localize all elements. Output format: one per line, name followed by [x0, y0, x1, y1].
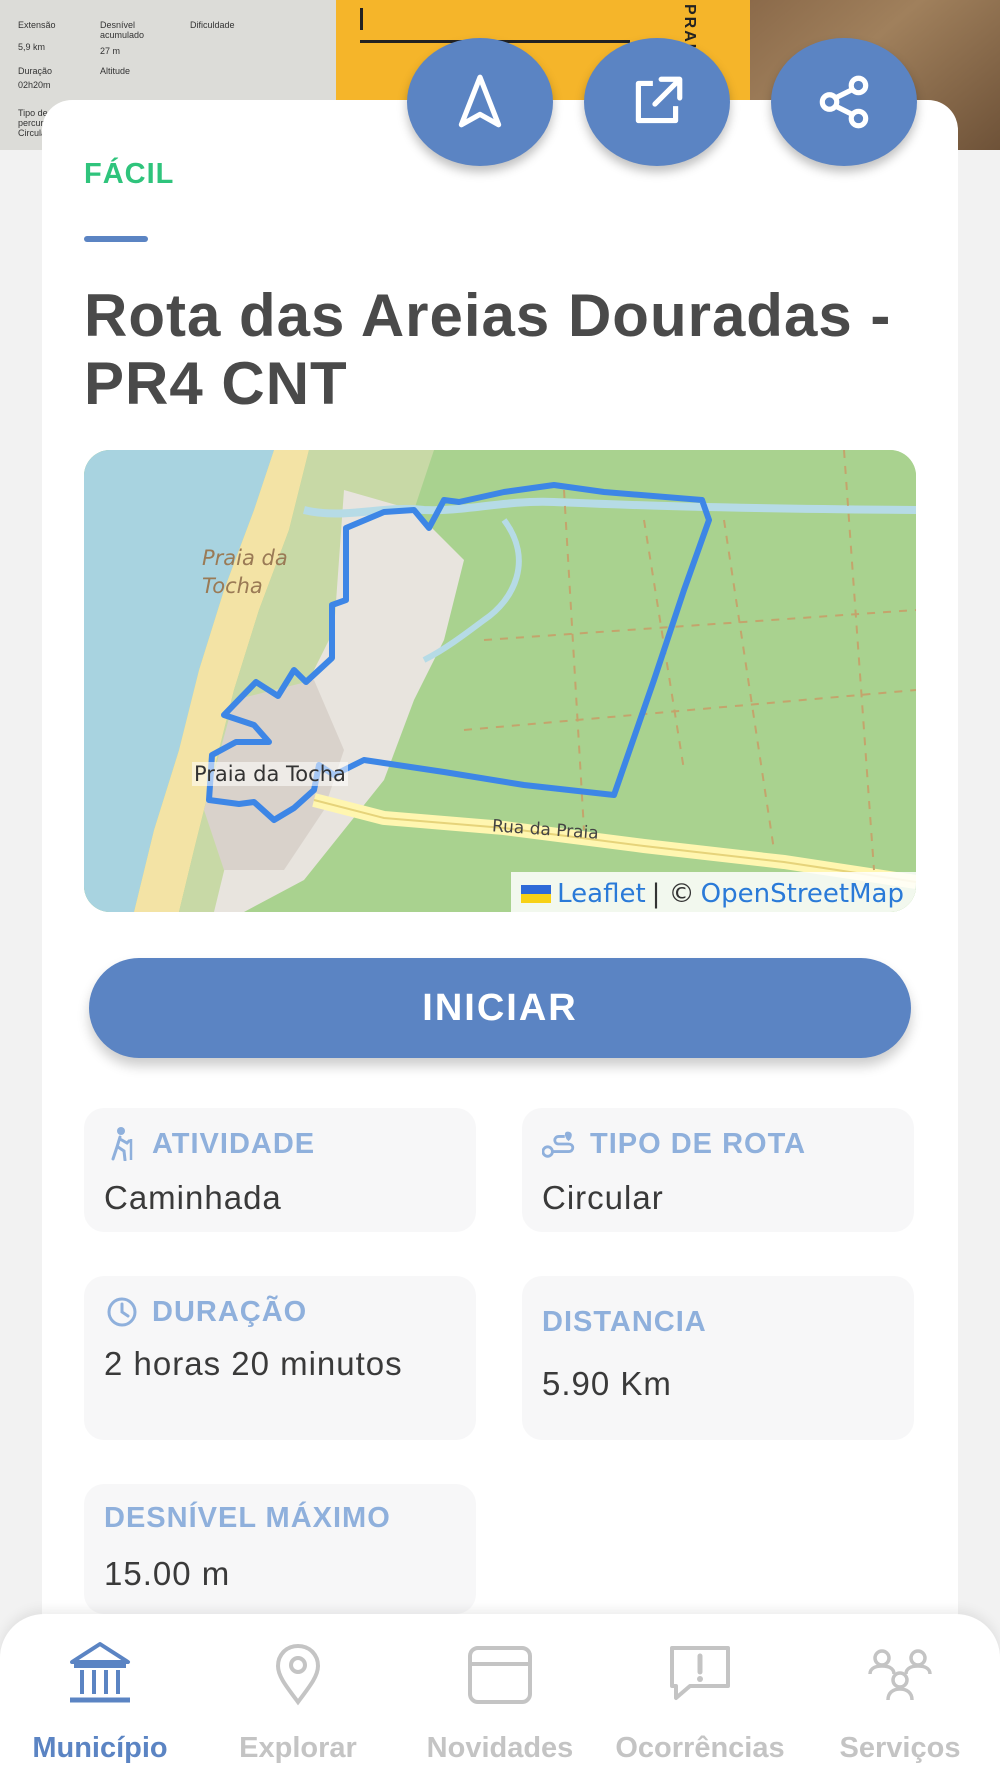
map-label-line: Praia da: [202, 546, 288, 570]
open-external-icon: [635, 76, 683, 124]
tile-value: 15.00 m: [104, 1555, 231, 1592]
nav-label: Ocorrências: [615, 1732, 785, 1764]
tile-label: DISTANCIA: [542, 1306, 707, 1338]
tile-header: DISTANCIA: [542, 1306, 707, 1339]
flag-icon: [521, 885, 552, 903]
board-text: Extensão: [18, 20, 56, 30]
tile-label: TIPO DE ROTA: [590, 1127, 807, 1160]
board-text: Desnível acumulado: [100, 20, 145, 40]
board-text: 02h20m: [18, 80, 51, 90]
sign-line: [360, 8, 363, 30]
card-icon: [468, 1646, 532, 1704]
board-text: Dificuldade: [190, 20, 235, 30]
nav-label: Município: [32, 1732, 168, 1764]
tile-value: 2 horas 20 minutos: [104, 1345, 403, 1382]
tile-label: DESNÍVEL MÁXIMO: [104, 1502, 391, 1534]
board-text: Duração: [18, 66, 53, 76]
tile-header: DESNÍVEL MÁXIMO: [104, 1502, 391, 1535]
nav-label: Novidades: [426, 1732, 574, 1764]
nav-item-novidades[interactable]: Novidades: [400, 1634, 600, 1774]
nav-item-ocorrencias[interactable]: Ocorrências: [600, 1634, 800, 1774]
board-text: 5,9 km: [18, 42, 46, 52]
start-button[interactable]: INICIAR: [89, 958, 911, 1058]
nav-label: Serviços: [839, 1732, 961, 1764]
route-title: Rota das Areias Douradas - PR4 CNT: [84, 282, 892, 417]
tile-header: TIPO DE ROTA: [542, 1126, 806, 1162]
nav-item-servicos[interactable]: Serviços: [800, 1634, 1000, 1774]
map-tiles: [84, 450, 916, 912]
map-attribution: Leaflet | © OpenStreetMap: [511, 872, 916, 912]
route-map[interactable]: Praia da Tocha Praia da Tocha Rua da Pra…: [84, 450, 916, 912]
map-pin-icon: [275, 1643, 321, 1706]
map-label: Praia da Tocha: [202, 544, 288, 600]
title-divider: [84, 236, 148, 242]
map-label-town: Praia da Tocha: [192, 762, 348, 786]
town-hall-icon: [70, 1642, 130, 1703]
info-tile-duration: DURAÇÃO 2 horas 20 minutos: [84, 1276, 476, 1440]
map-label-line: Tocha: [202, 574, 263, 598]
tile-value: Circular: [542, 1179, 664, 1216]
nav-item-explorar[interactable]: Explorar: [198, 1634, 398, 1774]
navigate-button[interactable]: [407, 38, 553, 166]
board-text: 27 m: [100, 46, 121, 56]
tile-header: DURAÇÃO: [104, 1294, 307, 1330]
share-icon: [819, 75, 869, 129]
alert-message-icon: [670, 1646, 730, 1700]
open-external-button[interactable]: [584, 38, 730, 166]
attribution-separator: | ©: [651, 879, 695, 909]
tile-value: 5.90 Km: [542, 1365, 672, 1402]
tile-label: ATIVIDADE: [152, 1127, 316, 1160]
nav-label: Explorar: [239, 1732, 357, 1764]
route-type-icon: [542, 1126, 578, 1162]
info-tile-distance: DISTANCIA 5.90 Km: [522, 1276, 914, 1440]
nav-item-municipio[interactable]: Município: [0, 1634, 200, 1774]
info-tile-activity: ATIVIDADE Caminhada: [84, 1108, 476, 1232]
info-tile-max-elevation: DESNÍVEL MÁXIMO 15.00 m: [84, 1484, 476, 1614]
tile-header: ATIVIDADE: [104, 1126, 315, 1162]
difficulty-badge: FÁCIL: [84, 158, 175, 190]
tile-value: Caminhada: [104, 1179, 282, 1216]
board-text: Altitude: [100, 66, 131, 76]
clock-icon: [104, 1294, 140, 1330]
navigation-arrow-icon: [458, 74, 502, 128]
openstreetmap-link[interactable]: OpenStreetMap: [701, 879, 904, 909]
info-tile-route-type: TIPO DE ROTA Circular: [522, 1108, 914, 1232]
leaflet-link[interactable]: Leaflet: [557, 879, 646, 909]
tile-label: DURAÇÃO: [152, 1295, 308, 1328]
bottom-navigation: Município Explorar Novidades Ocorrências: [0, 1614, 1000, 1778]
share-button[interactable]: [771, 38, 917, 166]
hiking-icon: [104, 1126, 140, 1162]
people-icon: [868, 1649, 932, 1701]
